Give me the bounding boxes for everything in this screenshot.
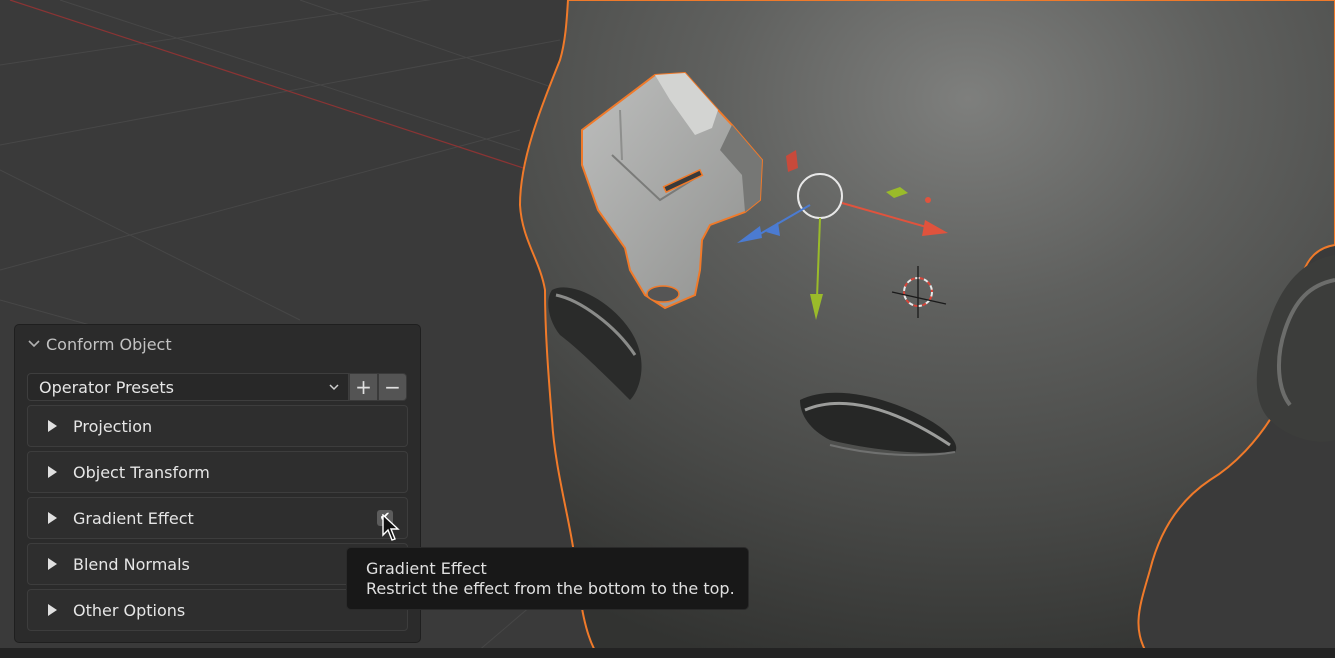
subpanel-label: Other Options	[73, 600, 186, 620]
operator-presets-value: Operator Presets	[39, 377, 174, 397]
subpanel-gradient-effect[interactable]: Gradient Effect ✔	[27, 497, 408, 539]
remove-preset-button[interactable]: −	[378, 373, 407, 401]
subpanel-object-transform[interactable]: Object Transform	[27, 451, 408, 493]
operator-presets-dropdown[interactable]: Operator Presets	[27, 373, 349, 401]
subpanel-projection[interactable]: Projection	[27, 405, 408, 447]
disclosure-triangle-icon	[48, 420, 57, 432]
disclosure-triangle-icon	[48, 466, 57, 478]
subpanel-label: Blend Normals	[73, 554, 190, 574]
subpanel-label: Projection	[73, 416, 153, 436]
disclosure-triangle-icon	[48, 558, 57, 570]
panel-header[interactable]: Conform Object	[15, 325, 420, 363]
tooltip-title: Gradient Effect	[366, 559, 487, 578]
disclosure-triangle-icon	[48, 604, 57, 616]
subpanel-label: Object Transform	[73, 462, 210, 482]
subpanel-label: Gradient Effect	[73, 508, 194, 528]
operator-presets-row: Operator Presets + −	[27, 373, 408, 401]
3d-viewport[interactable]: Conform Object Operator Presets + − Proj…	[0, 0, 1335, 658]
chevron-down-icon[interactable]	[26, 336, 42, 352]
panel-title: Conform Object	[46, 334, 172, 354]
add-preset-button[interactable]: +	[349, 373, 378, 401]
chevron-down-icon	[329, 384, 339, 391]
x-axis-line	[9, 0, 561, 181]
tooltip-description: Restrict the effect from the bottom to t…	[366, 579, 735, 598]
viewport-bottom-border	[0, 648, 1335, 658]
disclosure-triangle-icon	[48, 512, 57, 524]
tooltip: Gradient Effect Restrict the effect from…	[347, 548, 748, 609]
mouse-pointer-icon	[382, 514, 400, 541]
